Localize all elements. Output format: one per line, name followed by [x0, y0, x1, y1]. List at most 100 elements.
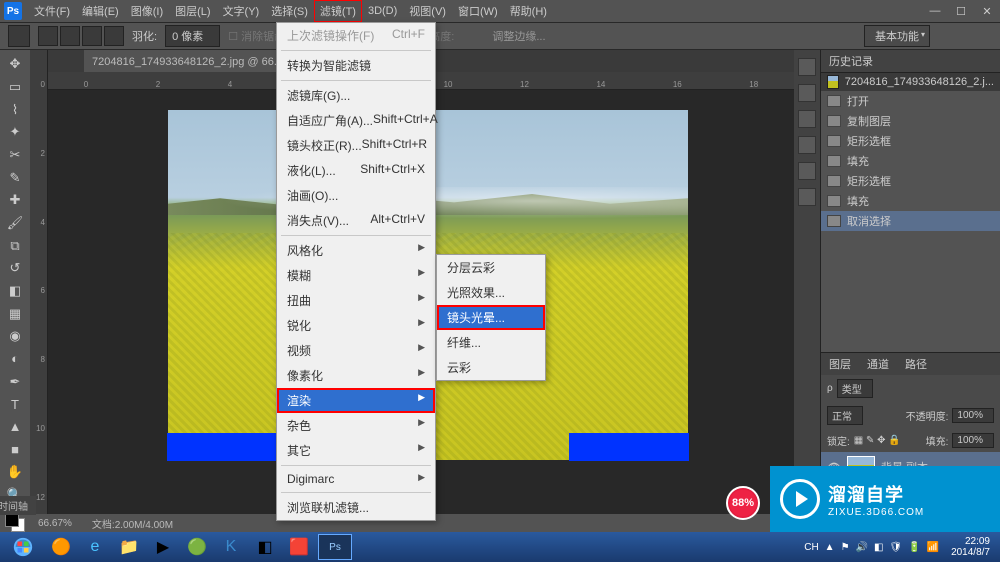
menu-other[interactable]: 其它 — [277, 438, 435, 463]
opacity-input[interactable]: 100% — [952, 408, 994, 423]
tray-icon[interactable]: ⚑ — [841, 542, 850, 553]
gradient-tool[interactable]: ▦ — [4, 303, 26, 324]
workspace-switcher[interactable]: 基本功能▾ — [864, 25, 930, 47]
character-panel-icon[interactable] — [798, 162, 816, 180]
menu-convert-smart[interactable]: 转换为智能滤镜 — [277, 53, 435, 78]
timeline-label[interactable]: 时间轴 — [0, 496, 36, 515]
submenu-difference-clouds[interactable]: 分层云彩 — [437, 255, 545, 280]
taskbar-media[interactable]: ▶ — [148, 534, 178, 560]
styles-panel-icon[interactable] — [798, 136, 816, 154]
lasso-tool[interactable]: ⌇ — [4, 99, 26, 120]
pen-tool[interactable]: ✒ — [4, 371, 26, 392]
tray-lang[interactable]: CH — [804, 542, 818, 553]
tab-layers[interactable]: 图层 — [821, 353, 859, 375]
selection-subtract-icon[interactable] — [82, 26, 102, 46]
tray-icon[interactable]: 🔋 — [908, 542, 920, 553]
paragraph-panel-icon[interactable] — [798, 188, 816, 206]
submenu-lens-flare[interactable]: 镜头光晕... — [437, 305, 545, 330]
history-step[interactable]: 取消选择 — [821, 211, 1000, 231]
tray-flag-icon[interactable]: ▲ — [825, 542, 835, 553]
menu-view[interactable]: 视图(V) — [403, 0, 452, 22]
menu-distort[interactable]: 扭曲 — [277, 288, 435, 313]
fg-color-swatch[interactable] — [5, 513, 19, 527]
close-button[interactable]: ✕ — [974, 2, 1000, 20]
tray-icon[interactable]: 📶 — [927, 542, 939, 553]
tab-channels[interactable]: 通道 — [859, 353, 897, 375]
submenu-clouds[interactable]: 云彩 — [437, 355, 545, 380]
taskbar-clock[interactable]: 22:09 2014/8/7 — [945, 536, 996, 558]
tray-icon[interactable]: 🛡 — [889, 542, 902, 553]
history-panel-tab[interactable]: 历史记录 — [821, 50, 1000, 73]
brush-tool[interactable]: 🖌 — [4, 213, 26, 234]
menu-sharpen[interactable]: 锐化 — [277, 313, 435, 338]
menu-edit[interactable]: 编辑(E) — [76, 0, 125, 22]
menu-liquify[interactable]: 液化(L)...Shift+Ctrl+X — [277, 158, 435, 183]
menu-layer[interactable]: 图层(L) — [169, 0, 216, 22]
history-step[interactable]: 填充 — [821, 151, 1000, 171]
menu-pixelate[interactable]: 像素化 — [277, 363, 435, 388]
lock-icons[interactable]: ▦ ✎ ✥ 🔒 — [854, 435, 901, 446]
menu-vanishing-point[interactable]: 消失点(V)...Alt+Ctrl+V — [277, 208, 435, 233]
selection-intersect-icon[interactable] — [104, 26, 124, 46]
menu-oil-paint[interactable]: 油画(O)... — [277, 183, 435, 208]
refine-edge-button[interactable]: 调整边缘... — [492, 28, 545, 44]
maximize-button[interactable]: ☐ — [948, 2, 974, 20]
menu-adaptive-wide[interactable]: 自适应广角(A)...Shift+Ctrl+A — [277, 108, 435, 133]
taskbar-app-1[interactable]: 🟠 — [46, 534, 76, 560]
menu-video[interactable]: 视频 — [277, 338, 435, 363]
menu-select[interactable]: 选择(S) — [265, 0, 314, 22]
menu-window[interactable]: 窗口(W) — [452, 0, 504, 22]
menu-last-filter[interactable]: 上次滤镜操作(F)Ctrl+F — [277, 23, 435, 48]
taskbar-ie[interactable]: e — [80, 534, 110, 560]
menu-blur[interactable]: 模糊 — [277, 263, 435, 288]
eraser-tool[interactable]: ◧ — [4, 281, 26, 302]
swatches-panel-icon[interactable] — [798, 84, 816, 102]
menu-noise[interactable]: 杂色 — [277, 413, 435, 438]
tab-paths[interactable]: 路径 — [897, 353, 935, 375]
menu-type[interactable]: 文字(Y) — [217, 0, 266, 22]
menu-3d[interactable]: 3D(D) — [362, 2, 403, 20]
color-panel-icon[interactable] — [798, 58, 816, 76]
selection-add-icon[interactable] — [60, 26, 80, 46]
menu-browse-online[interactable]: 浏览联机滤镜... — [277, 495, 435, 520]
taskbar-app-5[interactable]: 🟥 — [284, 534, 314, 560]
eyedropper-tool[interactable]: ✎ — [4, 167, 26, 188]
doc-size[interactable]: 文档:2.00M/4.00M — [92, 516, 173, 531]
crop-tool[interactable]: ✂ — [4, 145, 26, 166]
marquee-tool[interactable]: ▭ — [4, 77, 26, 98]
taskbar-app-3[interactable]: K — [216, 534, 246, 560]
submenu-lighting-effects[interactable]: 光照效果... — [437, 280, 545, 305]
healing-tool[interactable]: ✚ — [4, 190, 26, 211]
taskbar-explorer[interactable]: 📁 — [114, 534, 144, 560]
history-doc-row[interactable]: 7204816_174933648126_2.j... — [821, 73, 1000, 91]
history-step[interactable]: 填充 — [821, 191, 1000, 211]
blur-tool[interactable]: ◉ — [4, 326, 26, 347]
menu-digimarc[interactable]: Digimarc — [277, 468, 435, 490]
menu-stylize[interactable]: 风格化 — [277, 238, 435, 263]
dodge-tool[interactable]: ◐ — [4, 349, 26, 370]
path-select-tool[interactable]: ▲ — [4, 417, 26, 438]
hand-tool[interactable]: ✋ — [4, 462, 26, 483]
taskbar-app-4[interactable]: ◧ — [250, 534, 280, 560]
history-step[interactable]: 矩形选框 — [821, 171, 1000, 191]
fill-input[interactable]: 100% — [952, 433, 994, 448]
menu-lens-correction[interactable]: 镜头校正(R)...Shift+Ctrl+R — [277, 133, 435, 158]
submenu-fibers[interactable]: 纤维... — [437, 330, 545, 355]
history-step[interactable]: 矩形选框 — [821, 131, 1000, 151]
selection-new-icon[interactable] — [38, 26, 58, 46]
history-brush-tool[interactable]: ↺ — [4, 258, 26, 279]
start-button[interactable] — [4, 534, 42, 560]
menu-filter[interactable]: 滤镜(T) — [314, 0, 362, 22]
blend-mode-select[interactable]: 正常 — [827, 406, 863, 425]
history-step[interactable]: 打开 — [821, 91, 1000, 111]
tray-icon[interactable]: ◧ — [874, 542, 883, 553]
tool-preset[interactable] — [8, 25, 30, 47]
menu-help[interactable]: 帮助(H) — [504, 0, 553, 22]
menu-image[interactable]: 图像(I) — [125, 0, 169, 22]
color-swatches[interactable] — [5, 513, 25, 532]
wand-tool[interactable]: ✦ — [4, 122, 26, 143]
minimize-button[interactable]: — — [922, 2, 948, 20]
feather-input[interactable]: 0 像素 — [165, 25, 220, 47]
history-step[interactable]: 复制图层 — [821, 111, 1000, 131]
shape-tool[interactable]: ■ — [4, 439, 26, 460]
